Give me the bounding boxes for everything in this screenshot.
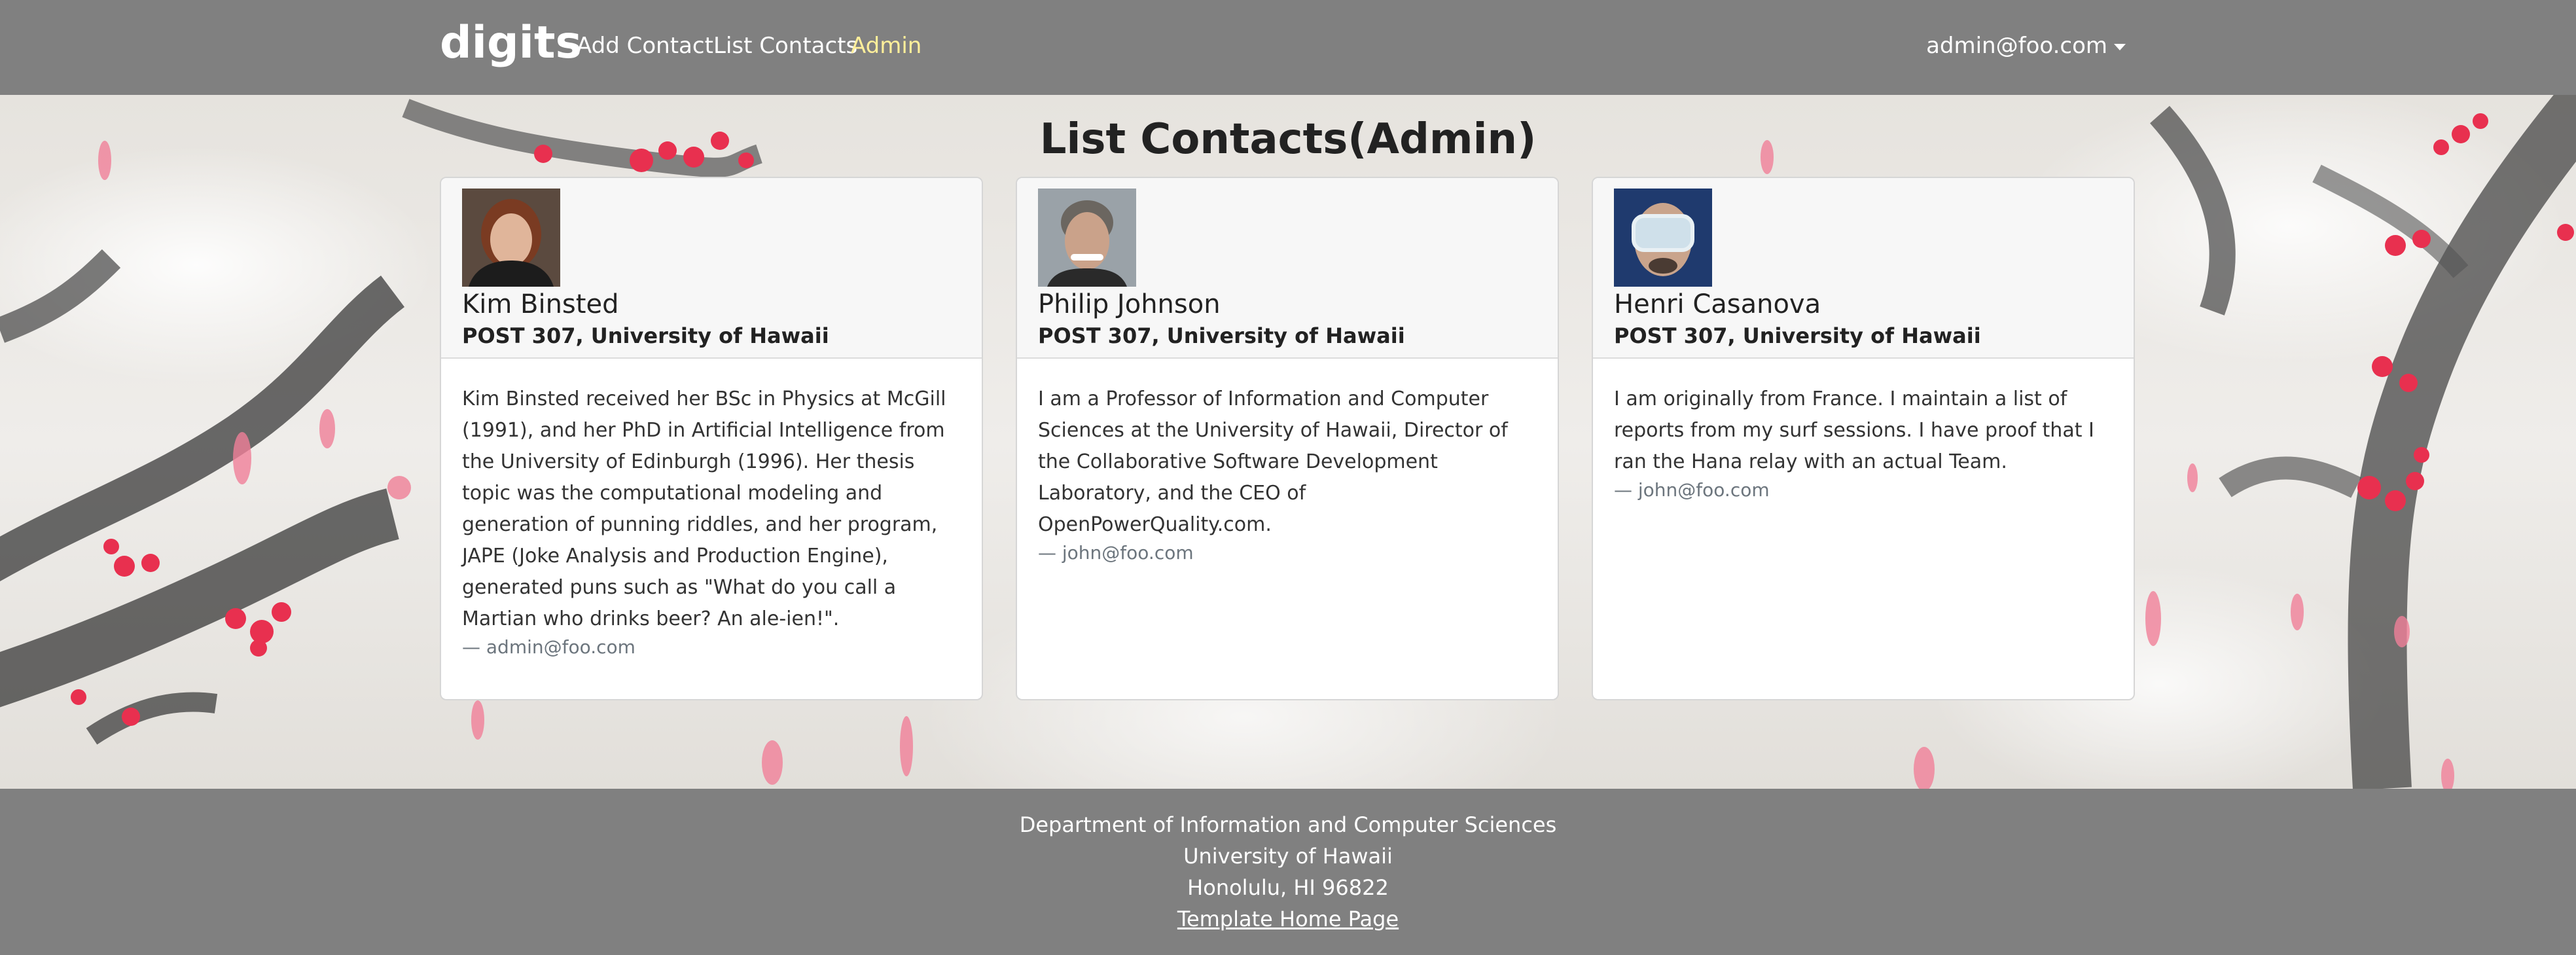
footer: Department of Information and Computer S… — [0, 789, 2576, 955]
brand-logo[interactable]: digits — [440, 17, 582, 69]
caret-down-icon — [2114, 43, 2126, 50]
footer-link-row: Template Home Page — [0, 907, 2576, 931]
contact-address: POST 307, University of Hawaii — [462, 323, 829, 348]
nav-add-contact[interactable]: Add Contact — [577, 33, 713, 59]
card-header: Kim Binsted POST 307, University of Hawa… — [441, 178, 982, 359]
card-body: Kim Binsted received her BSc in Physics … — [441, 359, 982, 658]
contact-address: POST 307, University of Hawaii — [1614, 323, 1981, 348]
contact-owner: — john@foo.com — [1038, 542, 1194, 564]
contact-owner: — admin@foo.com — [462, 636, 635, 658]
contact-description: I am a Professor of Information and Comp… — [1038, 387, 1508, 536]
user-dropdown[interactable]: admin@foo.com — [1926, 33, 2126, 59]
card-header: Philip Johnson POST 307, University of H… — [1017, 178, 1558, 359]
contact-card: Philip Johnson POST 307, University of H… — [1016, 177, 1559, 700]
contact-card: Kim Binsted POST 307, University of Hawa… — [440, 177, 983, 700]
footer-department: Department of Information and Computer S… — [1019, 812, 1557, 837]
card-body: I am a Professor of Information and Comp… — [1017, 359, 1558, 564]
user-email: admin@foo.com — [1926, 33, 2107, 59]
contact-name: Henri Casanova — [1614, 289, 1821, 319]
footer-address: Honolulu, HI 96822 — [1187, 875, 1389, 900]
card-body: I am originally from France. I maintain … — [1593, 359, 2134, 501]
navbar: digits Add Contact List Contacts Admin a… — [0, 0, 2576, 95]
contact-description: I am originally from France. I maintain … — [1614, 387, 2094, 473]
contact-name: Philip Johnson — [1038, 289, 1221, 319]
nav-admin[interactable]: Admin — [851, 33, 921, 59]
contact-address: POST 307, University of Hawaii — [1038, 323, 1405, 348]
avatar — [462, 189, 560, 287]
contact-name: Kim Binsted — [462, 289, 619, 319]
contact-card: Henri Casanova POST 307, University of H… — [1592, 177, 2135, 700]
nav-list-contacts[interactable]: List Contacts — [713, 33, 857, 59]
template-home-link[interactable]: Template Home Page — [1177, 907, 1399, 931]
footer-university: University of Hawaii — [1183, 844, 1393, 869]
avatar — [1614, 189, 1712, 287]
page-title: List Contacts(Admin) — [1039, 115, 1537, 164]
contact-owner: — john@foo.com — [1614, 479, 1770, 501]
avatar — [1038, 189, 1136, 287]
card-header: Henri Casanova POST 307, University of H… — [1593, 178, 2134, 359]
contact-description: Kim Binsted received her BSc in Physics … — [462, 387, 946, 630]
